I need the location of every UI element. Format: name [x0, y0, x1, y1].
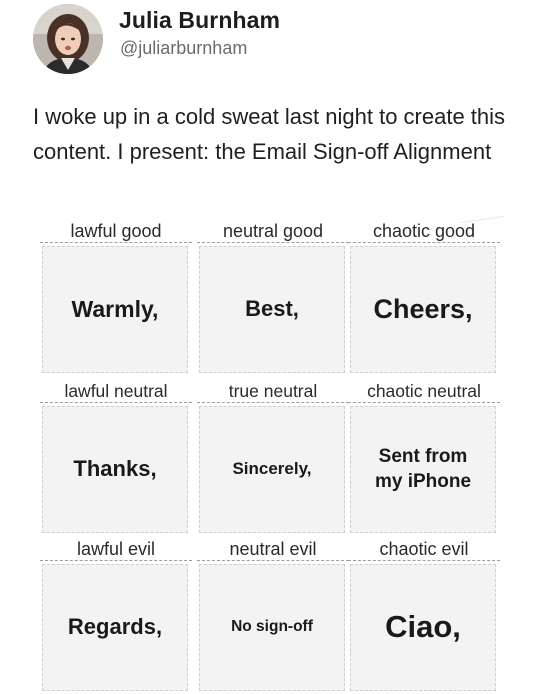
sign-off-text: Thanks,	[73, 456, 157, 482]
alignment-cell-lawful-neutral: lawful neutral Thanks,	[40, 379, 192, 533]
alignment-cell-lawful-good: lawful good Warmly,	[40, 219, 192, 373]
avatar[interactable]	[33, 4, 103, 74]
alignment-cell-true-neutral: true neutral Sincerely,	[197, 379, 349, 533]
author-handle[interactable]: @juliarburnham	[120, 38, 247, 59]
alignment-label: chaotic good	[348, 219, 500, 243]
tweet-text: I woke up in a cold sweat last night to …	[33, 104, 506, 164]
sign-off-text: No sign-off	[231, 618, 313, 636]
sign-off-text: Warmly,	[71, 295, 159, 322]
sign-off-text: Cheers,	[373, 293, 473, 324]
alignment-label: neutral evil	[197, 537, 349, 561]
sign-off-text: Sent from my iPhone	[374, 445, 472, 492]
sign-off-box: Regards,	[42, 564, 188, 691]
sign-off-box: Sent from my iPhone	[350, 406, 496, 533]
profile-photo-avatar-icon	[33, 4, 103, 74]
sign-off-box: Ciao,	[350, 564, 496, 691]
sign-off-box: Cheers,	[350, 246, 496, 373]
alignment-label: lawful neutral	[40, 379, 192, 403]
alignment-cell-chaotic-neutral: chaotic neutral Sent from my iPhone	[348, 379, 500, 533]
alignment-label: neutral good	[197, 219, 349, 243]
sign-off-box: Thanks,	[42, 406, 188, 533]
alignment-label: lawful good	[40, 219, 192, 243]
alignment-cell-chaotic-good: chaotic good Cheers,	[348, 219, 500, 373]
alignment-label: chaotic neutral	[348, 379, 500, 403]
alignment-cell-chaotic-evil: chaotic evil Ciao,	[348, 537, 500, 691]
alignment-cell-neutral-good: neutral good Best,	[197, 219, 349, 373]
sign-off-box: Best,	[199, 246, 345, 373]
sign-off-text: Best,	[245, 296, 299, 322]
alignment-cell-neutral-evil: neutral evil No sign-off	[197, 537, 349, 691]
alignment-label: lawful evil	[40, 537, 192, 561]
sign-off-text: Regards,	[67, 614, 163, 640]
alignment-label: chaotic evil	[348, 537, 500, 561]
sign-off-text: Ciao,	[385, 609, 461, 645]
alignment-label: true neutral	[197, 379, 349, 403]
sign-off-box: Warmly,	[42, 246, 188, 373]
alignment-chart: lawful good Warmly, neutral good Best, c…	[40, 216, 506, 691]
sign-off-box: Sincerely,	[199, 406, 345, 533]
alignment-cell-lawful-evil: lawful evil Regards,	[40, 537, 192, 691]
sign-off-text: Sincerely,	[232, 459, 312, 479]
author-display-name[interactable]: Julia Burnham	[119, 7, 280, 34]
sign-off-box: No sign-off	[199, 564, 345, 691]
